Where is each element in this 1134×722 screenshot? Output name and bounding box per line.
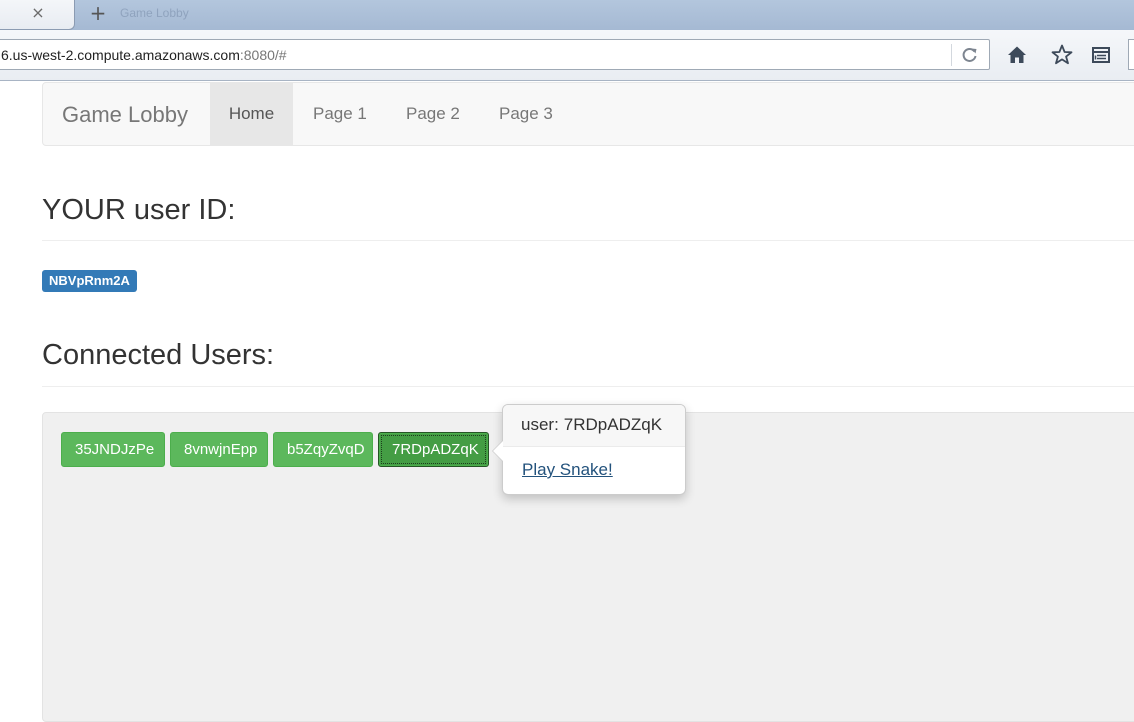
url-text[interactable]: 6.us-west-2.compute.amazonaws.com:8080/#: [1, 47, 287, 63]
user-button[interactable]: 8vnwjnEpp: [170, 432, 268, 467]
navbar: Game Lobby Home Page 1 Page 2 Page 3: [42, 82, 1134, 146]
browser-tab-strip: × + Game Lobby: [0, 0, 1134, 30]
url-host: 6.us-west-2.compute.amazonaws.com: [1, 47, 240, 63]
nav-item-home[interactable]: Home: [210, 83, 293, 145]
user-id-badge: NBVpRnm2A: [42, 270, 137, 292]
user-button[interactable]: 35JNDJzPe: [61, 432, 165, 467]
popover-title-prefix: user:: [521, 415, 559, 434]
heading-divider: [42, 386, 1134, 387]
extension-field[interactable]: [1128, 39, 1134, 70]
popover-title-user: 7RDpADZqK: [563, 415, 663, 434]
your-user-id-heading: YOUR user ID:: [42, 194, 236, 226]
nav-item-page-1[interactable]: Page 1: [294, 83, 386, 145]
user-popover: user: 7RDpADZqK Play Snake!: [492, 404, 686, 495]
browser-tab[interactable]: ×: [0, 0, 75, 30]
focus-ring: [381, 435, 486, 464]
connected-users-heading: Connected Users:: [42, 339, 275, 371]
popover-title: user: 7RDpADZqK: [503, 405, 685, 447]
nav-item-page-2[interactable]: Page 2: [387, 83, 479, 145]
url-port: :8080/#: [239, 47, 287, 63]
plus-icon[interactable]: +: [87, 0, 109, 26]
popover-arrow: [492, 440, 503, 462]
play-snake-link[interactable]: Play Snake!: [522, 460, 613, 480]
close-icon[interactable]: ×: [29, 2, 47, 24]
reload-icon[interactable]: [957, 43, 983, 67]
address-bar[interactable]: 6.us-west-2.compute.amazonaws.com:8080/#: [0, 39, 990, 70]
user-button[interactable]: b5ZqyZvqD: [273, 432, 373, 467]
browser-toolbar: 6.us-west-2.compute.amazonaws.com:8080/#: [0, 30, 1134, 81]
navbar-brand[interactable]: Game Lobby: [62, 102, 188, 128]
heading-divider: [42, 240, 1134, 241]
star-icon[interactable]: [1049, 42, 1075, 68]
nav-item-page-3[interactable]: Page 3: [480, 83, 572, 145]
home-icon[interactable]: [1004, 42, 1030, 68]
user-button-active[interactable]: 7RDpADZqK: [378, 432, 489, 467]
menu-icon[interactable]: [1088, 42, 1114, 68]
address-bar-divider: [951, 44, 952, 66]
ghost-tab-title: Game Lobby: [120, 6, 189, 20]
